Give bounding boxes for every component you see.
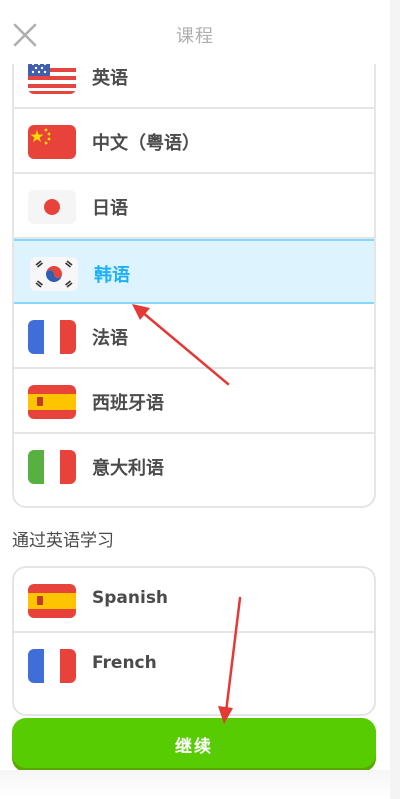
italy-flag-icon [28,450,76,484]
course-label: 韩语 [94,265,130,286]
continue-label: 继续 [175,737,213,757]
page-title: 课程 [176,26,214,47]
section-title: 通过英语学习 [12,531,114,551]
continue-button[interactable]: 继续 [12,718,376,768]
china-flag-icon [28,125,76,159]
course-row-english-french[interactable]: French [14,633,374,698]
screen-edge [390,0,400,799]
france-flag-icon [28,649,76,683]
course-row-french[interactable]: 法语 [14,304,374,369]
spain-flag-icon [28,385,76,419]
course-row-korean[interactable]: 韩语 [14,239,374,304]
top-bar: 课程 [0,0,390,64]
japan-flag-icon [28,190,76,224]
course-label: French [92,653,157,673]
bottom-fade [0,770,390,799]
course-label: 法语 [92,328,128,349]
course-row-english-spanish[interactable]: Spanish [14,568,374,633]
course-label: 日语 [92,198,128,219]
course-label: 意大利语 [92,458,164,479]
course-label: 中文（粤语） [92,133,200,154]
course-list: 英语 中文（粤语） 日语 韩语 法语 西班牙语 意大利语 [12,46,376,508]
korea-flag-icon [30,257,78,291]
course-row-cantonese[interactable]: 中文（粤语） [14,109,374,174]
course-label: Spanish [92,588,169,608]
course-row-japanese[interactable]: 日语 [14,174,374,239]
course-label: 英语 [92,68,128,89]
spain-flag-icon [28,584,76,618]
course-row-italian[interactable]: 意大利语 [14,434,374,499]
course-picker-screen: 英语 中文（粤语） 日语 韩语 法语 西班牙语 意大利语 通过英语学习 Span… [0,0,390,799]
us-flag-icon [28,60,76,94]
english-course-list: Spanish French [12,566,376,716]
course-row-spanish[interactable]: 西班牙语 [14,369,374,434]
course-label: 西班牙语 [92,393,164,414]
france-flag-icon [28,320,76,354]
